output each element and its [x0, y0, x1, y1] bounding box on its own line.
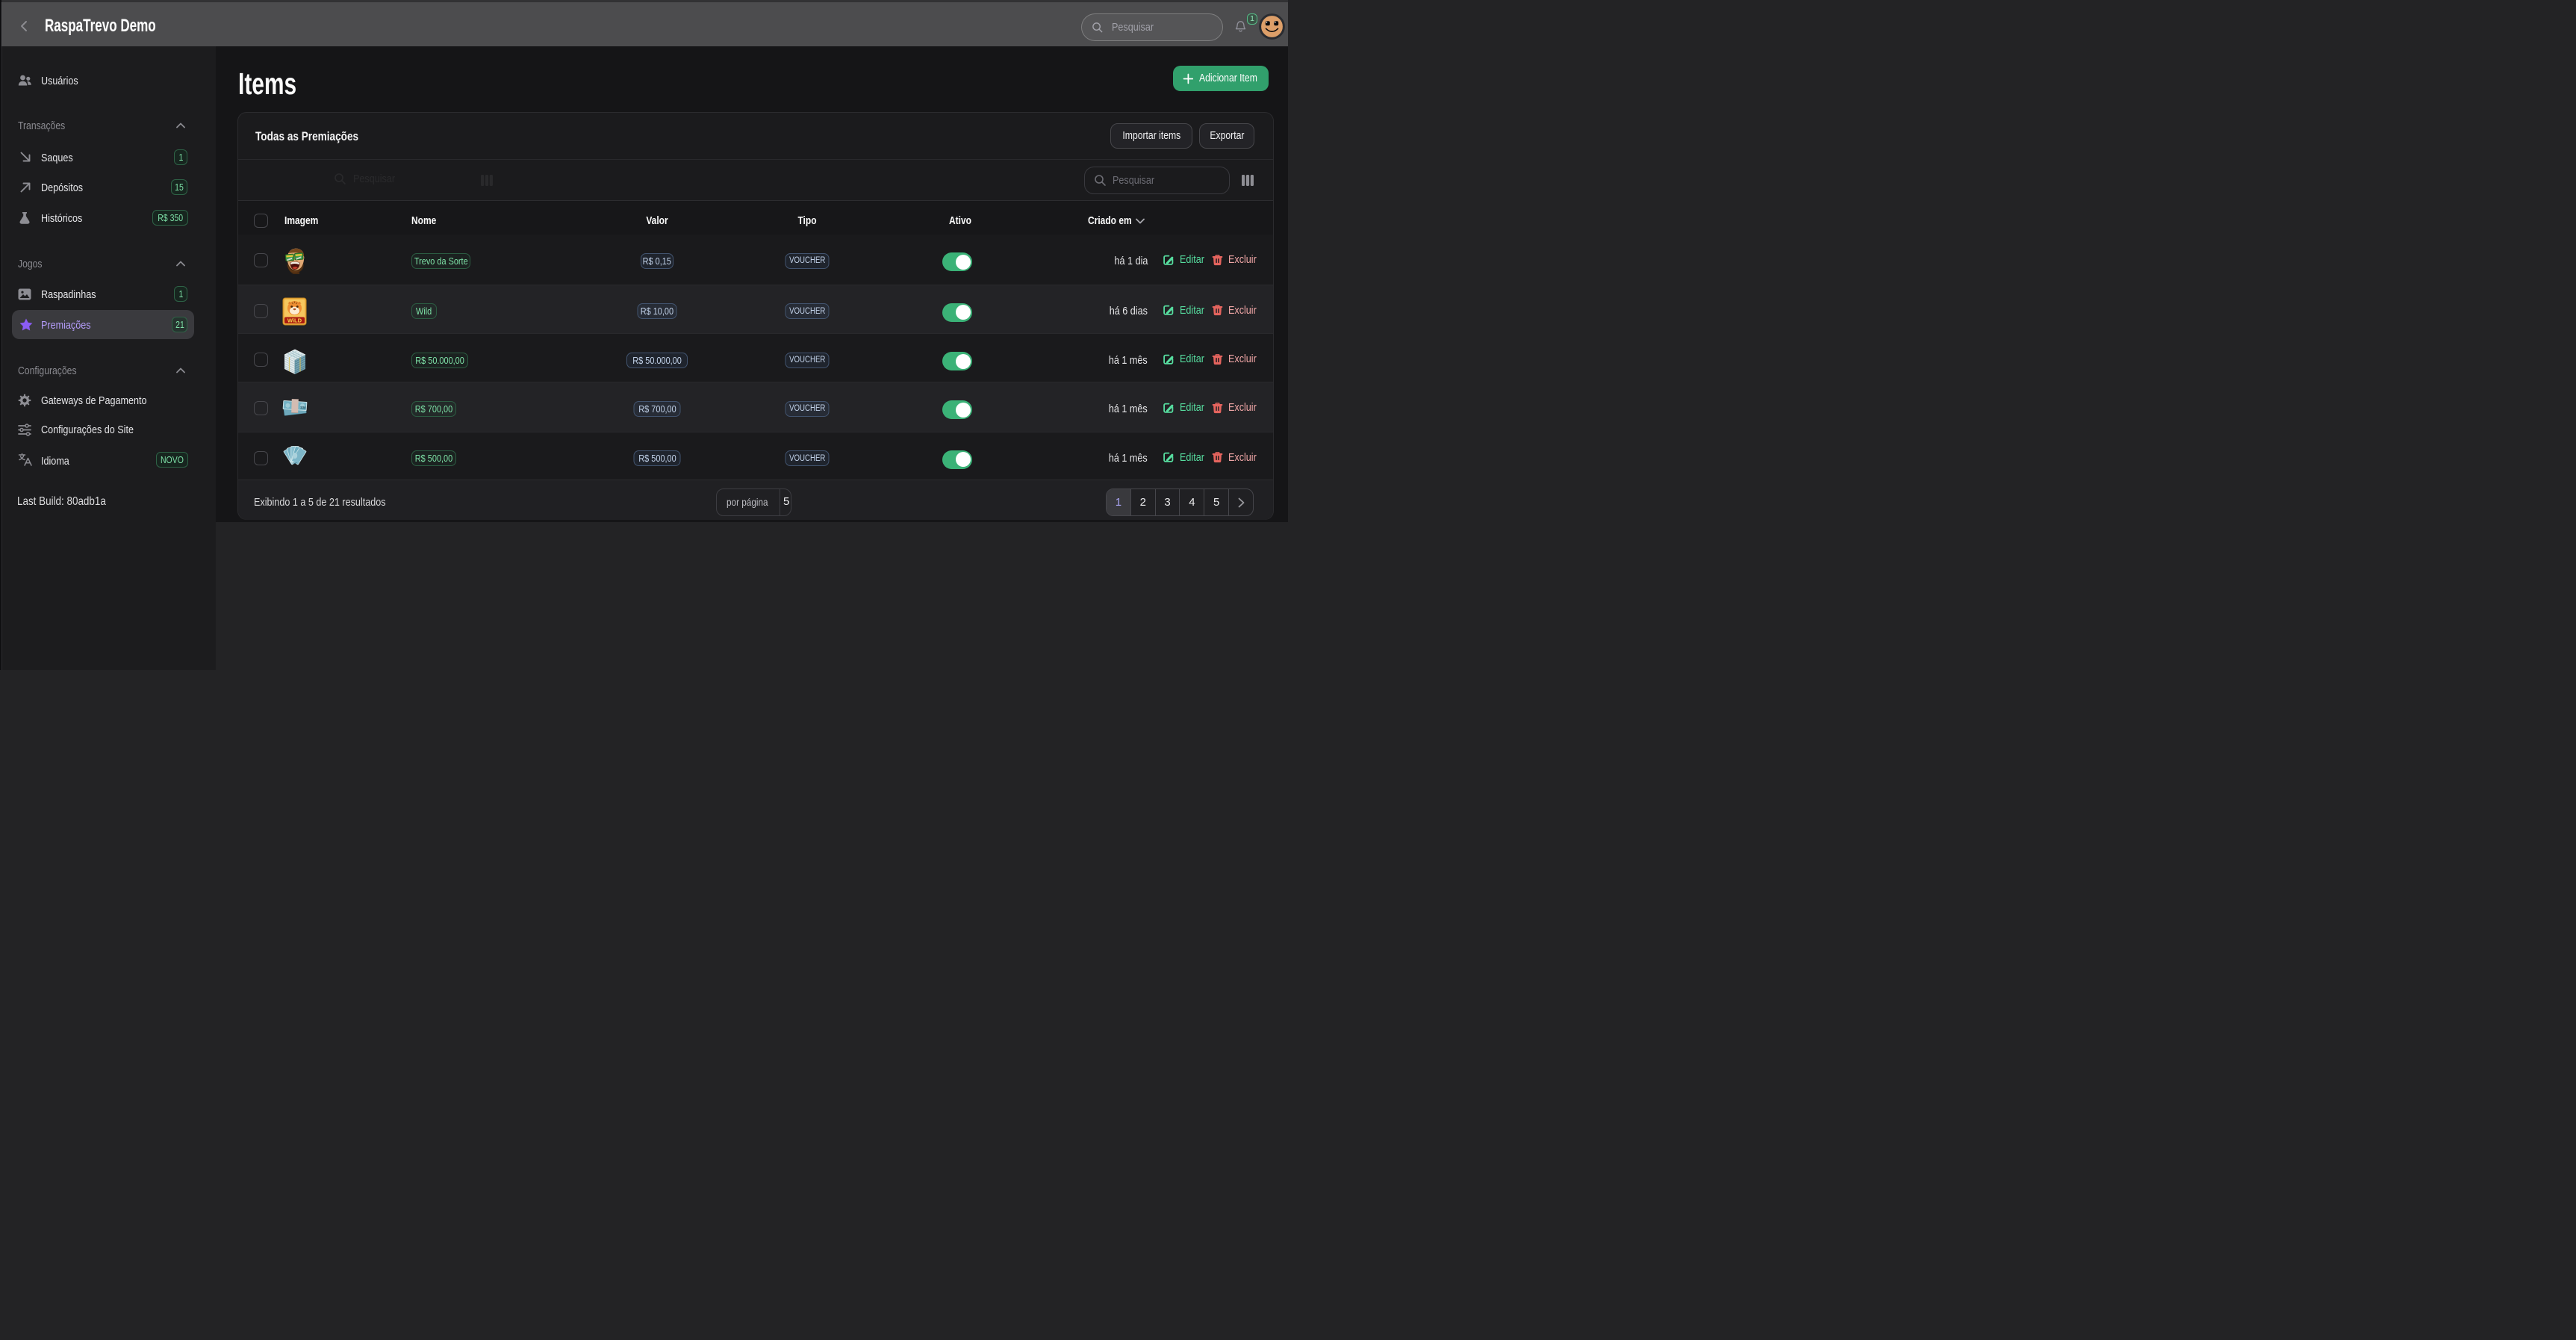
- svg-text:WiLD: WiLD: [287, 317, 302, 323]
- svg-text:100: 100: [300, 406, 306, 410]
